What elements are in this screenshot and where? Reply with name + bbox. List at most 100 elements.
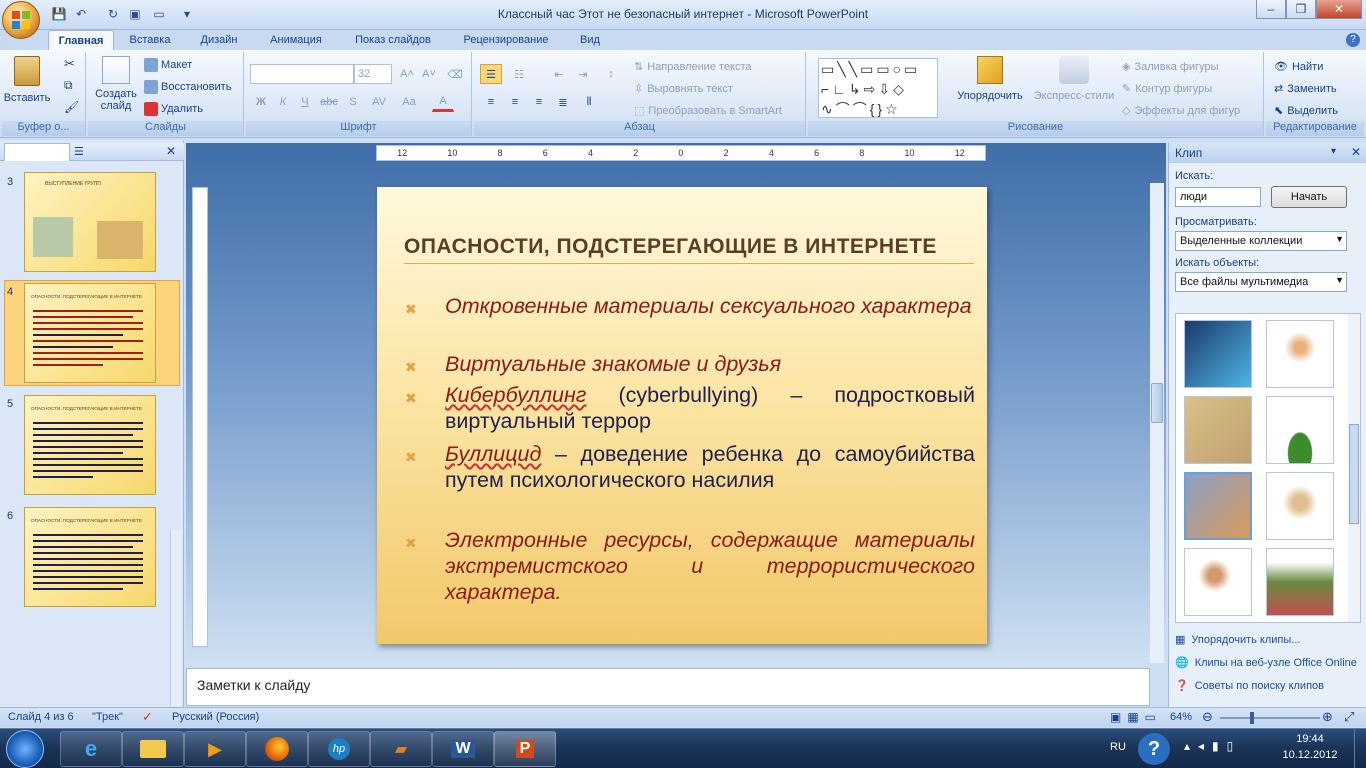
search-tips-link[interactable]: ❓ Советы по поиску клипов <box>1175 679 1324 693</box>
strike-icon[interactable]: abc <box>318 92 340 112</box>
shape-fill-button[interactable]: ◈ Заливка фигуры <box>1122 60 1218 74</box>
explorer-icon[interactable] <box>122 731 184 767</box>
delete-slide-button[interactable]: Удалить <box>144 102 203 116</box>
start-button[interactable] <box>6 730 44 768</box>
tab-slideshow[interactable]: Показ слайдов <box>344 30 442 50</box>
shape-effects-button[interactable]: ◇ Эффекты для фигур <box>1122 104 1240 118</box>
clip-scrollbar[interactable] <box>1348 314 1360 622</box>
pane-options-icon[interactable]: ▾ <box>1331 146 1336 157</box>
paste-button[interactable]: Вставить <box>4 56 50 112</box>
close-pane-icon[interactable]: ✕ <box>166 144 176 158</box>
clip-thumb[interactable] <box>1266 396 1334 464</box>
save-icon[interactable]: 💾 <box>50 5 68 23</box>
clip-thumb-selected[interactable] <box>1184 472 1252 540</box>
select-button[interactable]: ⬉ Выделить <box>1274 104 1338 118</box>
smartart-button[interactable]: ⬚ Преобразовать в SmartArt <box>634 104 782 118</box>
clip-thumb[interactable] <box>1266 472 1334 540</box>
search-input[interactable]: люди <box>1175 187 1261 207</box>
tray-icons[interactable]: ▴◂▮▯ <box>1184 739 1241 753</box>
organize-clips-link[interactable]: ▦ Упорядочить клипы... <box>1175 633 1300 647</box>
line-spacing-icon[interactable]: ↕ <box>600 64 622 84</box>
replace-button[interactable]: ⇄ Заменить <box>1274 82 1337 96</box>
clip-thumb[interactable] <box>1266 548 1334 616</box>
ie-icon[interactable]: e <box>60 731 122 767</box>
clip-thumb[interactable] <box>1266 320 1334 388</box>
bullet-item[interactable]: ✖ Электронные ресурсы, содержащие матери… <box>405 527 975 605</box>
media-player-icon[interactable]: ▶ <box>184 731 246 767</box>
columns-icon[interactable]: ⫴ <box>578 92 600 112</box>
tab-animation[interactable]: Анимация <box>258 30 334 50</box>
underline-icon[interactable]: Ч <box>294 92 316 112</box>
office-button[interactable] <box>2 1 40 39</box>
undo-icon[interactable]: ↶ <box>72 5 90 23</box>
clip-thumb[interactable] <box>1184 396 1252 464</box>
bullet-item[interactable]: ✖ Виртуальные знакомые и друзья <box>405 351 975 377</box>
print-icon[interactable]: ▣ <box>126 5 144 23</box>
view-buttons-icon[interactable]: ▣▦▭ <box>1110 710 1162 724</box>
shadow-icon[interactable]: S <box>342 92 364 112</box>
close-pane-icon[interactable]: ✕ <box>1351 145 1361 159</box>
layout-button[interactable]: Макет <box>144 58 192 72</box>
copy-icon[interactable]: ⧉ <box>64 78 73 93</box>
tab-slides-icon[interactable] <box>4 143 70 161</box>
clear-format-icon[interactable]: ⌫ <box>444 64 466 84</box>
quick-styles-button[interactable]: Экспресс-стили <box>1032 56 1116 102</box>
tab-outline-icon[interactable]: ☰ <box>74 145 94 158</box>
decrease-indent-icon[interactable]: ⇤ <box>548 64 570 84</box>
increase-indent-icon[interactable]: ⇥ <box>572 64 594 84</box>
customize-qat-icon[interactable]: ▾ <box>178 5 196 23</box>
collections-select[interactable]: Выделенные коллекции ▼ <box>1175 231 1347 251</box>
shape-outline-button[interactable]: ✎ Контур фигуры <box>1122 82 1212 96</box>
go-button[interactable]: Начать <box>1271 186 1347 208</box>
align-right-icon[interactable]: ≡ <box>528 92 550 112</box>
hp-icon[interactable]: hp <box>308 731 370 767</box>
arrange-button[interactable]: Упорядочить <box>954 56 1026 102</box>
redo-icon[interactable]: ↻ <box>104 5 122 23</box>
slide-thumb-3[interactable]: ВЫСТУПЛЕНИЕ ГРУПП <box>24 172 156 272</box>
shapes-gallery[interactable]: ▭╲╲▭▭○▭ ⌐∟↳⇨⇩◇ ∿⌒⌒{}☆ <box>818 58 938 118</box>
font-color-icon[interactable]: A <box>432 92 454 112</box>
shrink-font-icon[interactable]: A˅ <box>418 64 440 84</box>
maximize-button[interactable]: ❐ <box>1286 0 1316 19</box>
align-text-button[interactable]: ⇳ Выровнять текст <box>634 82 733 96</box>
grow-font-icon[interactable]: A˄ <box>396 64 418 84</box>
slide-thumb-5[interactable]: ОПАСНОСТИ, ПОДСТЕРЕГАЮЩИЕ В ИНТЕРНЕТЕ <box>24 395 156 495</box>
powerpoint-icon[interactable]: P <box>494 731 556 767</box>
tab-home[interactable]: Главная <box>48 30 114 50</box>
show-desktop-button[interactable] <box>1354 729 1366 768</box>
case-icon[interactable]: Aa <box>398 92 420 112</box>
input-language[interactable]: RU <box>1110 741 1126 753</box>
font-name-combo[interactable] <box>250 64 354 84</box>
close-button[interactable]: ✕ <box>1316 0 1362 19</box>
office-online-link[interactable]: 🌐 Клипы на веб-узле Office Online <box>1175 656 1357 670</box>
new-slide-button[interactable]: Создать слайд <box>92 56 140 112</box>
language-status[interactable]: Русский (Россия) <box>172 711 259 723</box>
scroll-thumb[interactable] <box>1151 383 1163 423</box>
help-icon[interactable]: ? <box>1346 33 1360 47</box>
firefox-icon[interactable] <box>246 731 308 767</box>
cut-icon[interactable]: ✂ <box>64 56 75 72</box>
scroll-thumb[interactable] <box>1349 424 1359 524</box>
slides-pane-scrollbar[interactable] <box>170 530 182 706</box>
tab-design[interactable]: Дизайн <box>188 30 250 50</box>
help-icon[interactable]: ? <box>1138 733 1170 765</box>
zoom-level[interactable]: 64% <box>1170 711 1192 723</box>
text-direction-button[interactable]: ⇅ Направление текста <box>634 60 752 74</box>
bullet-item[interactable]: ✖ Кибербуллинг (cyberbullying) – подрост… <box>405 382 975 434</box>
zoom-slider-thumb[interactable] <box>1250 712 1254 724</box>
reset-button[interactable]: Восстановить <box>144 80 231 94</box>
spacing-icon[interactable]: AV <box>368 92 390 112</box>
notes-pane[interactable]: Заметки к слайду <box>186 668 1150 706</box>
bullets-icon[interactable]: ☰ <box>480 64 502 84</box>
slide-title[interactable]: ОПАСНОСТИ, ПОДСТЕРЕГАЮЩИЕ В ИНТЕРНЕТЕ <box>404 235 974 264</box>
justify-icon[interactable]: ≣ <box>552 92 574 112</box>
fit-slide-icon[interactable]: ⤢ <box>1344 709 1354 725</box>
media-types-select[interactable]: Все файлы мультимедиа ▼ <box>1175 272 1347 292</box>
numbering-icon[interactable]: ☷ <box>508 64 530 84</box>
find-button[interactable]: 👁 Найти <box>1274 60 1323 74</box>
align-center-icon[interactable]: ≡ <box>504 92 526 112</box>
clock-time[interactable]: 19:44 <box>1280 733 1340 745</box>
slide-canvas[interactable]: ОПАСНОСТИ, ПОДСТЕРЕГАЮЩИЕ В ИНТЕРНЕТЕ ✖ … <box>377 187 987 644</box>
vertical-scrollbar[interactable] <box>1150 183 1164 663</box>
slideshow-icon[interactable]: ▭ <box>150 5 168 23</box>
